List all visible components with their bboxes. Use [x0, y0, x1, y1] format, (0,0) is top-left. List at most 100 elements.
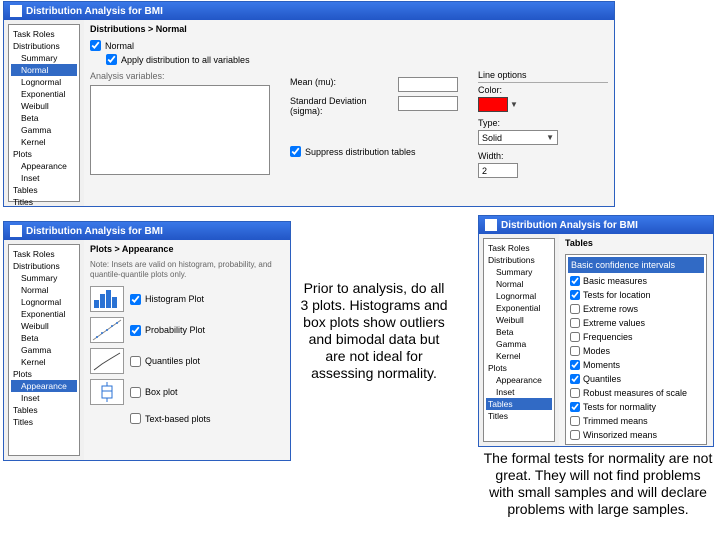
checkbox-quantiles-plot[interactable]: Quantiles plot	[130, 356, 200, 367]
tree-item-titles[interactable]: Titles	[11, 196, 77, 208]
checklist-header[interactable]: Basic confidence intervals	[568, 257, 704, 273]
tables-item-robust-measures-of-scale[interactable]: Robust measures of scale	[568, 386, 704, 400]
tables-item-trimmed-means[interactable]: Trimmed means	[568, 414, 704, 428]
tree-item-weibull[interactable]: Weibull	[486, 314, 552, 326]
tree-item-task-roles[interactable]: Task Roles	[11, 28, 77, 40]
tables-item-basic-measures[interactable]: Basic measures	[568, 274, 704, 288]
tree-item-plots[interactable]: Plots	[11, 148, 77, 160]
tables-item-extreme-rows[interactable]: Extreme rows	[568, 302, 704, 316]
tree-item-distributions[interactable]: Distributions	[486, 254, 552, 266]
tables-item-tests-for-normality[interactable]: Tests for normality	[568, 400, 704, 414]
tree-item-normal[interactable]: Normal	[11, 64, 77, 76]
hist-thumb-icon	[90, 286, 124, 312]
color-swatch[interactable]	[478, 97, 508, 112]
tree-item-gamma[interactable]: Gamma	[11, 344, 77, 356]
tree-item-summary[interactable]: Summary	[486, 266, 552, 278]
title-text: Distribution Analysis for BMI	[26, 226, 163, 237]
plot-row-quantiles-plot: Quantiles plot	[90, 348, 284, 374]
checkbox-apply-all[interactable]: Apply distribution to all variables	[106, 54, 608, 65]
tree-item-beta[interactable]: Beta	[11, 112, 77, 124]
analysis-variables-list[interactable]	[90, 85, 270, 175]
checkbox-suppress-box[interactable]	[290, 146, 301, 157]
titlebar-normal[interactable]: Distribution Analysis for BMI	[4, 2, 614, 20]
tables-item-tests-for-location[interactable]: Tests for location	[568, 288, 704, 302]
color-label: Color:	[478, 85, 608, 95]
tree-item-inset[interactable]: Inset	[11, 172, 77, 184]
tree-item-distributions[interactable]: Distributions	[11, 40, 77, 52]
tables-item-extreme-values[interactable]: Extreme values	[568, 316, 704, 330]
app-icon	[485, 219, 497, 231]
tree-item-distributions[interactable]: Distributions	[11, 260, 77, 272]
checkbox-box-plot[interactable]: Box plot	[130, 387, 178, 398]
tree-item-summary[interactable]: Summary	[11, 52, 77, 64]
tables-checklist[interactable]: Basic confidence intervals Basic measure…	[565, 254, 707, 445]
nav-tree-appearance[interactable]: Task RolesDistributionsSummaryNormalLogn…	[8, 244, 80, 456]
tree-item-normal[interactable]: Normal	[11, 284, 77, 296]
checkbox-apply-all-box[interactable]	[106, 54, 117, 65]
app-icon	[10, 5, 22, 17]
annotation-normality: The formal tests for normality are not g…	[482, 450, 714, 518]
tree-item-titles[interactable]: Titles	[11, 416, 77, 428]
tree-item-task-roles[interactable]: Task Roles	[11, 248, 77, 260]
tree-item-weibull[interactable]: Weibull	[11, 320, 77, 332]
tree-item-appearance[interactable]: Appearance	[11, 160, 77, 172]
window-normal: Distribution Analysis for BMI Task Roles…	[3, 1, 615, 207]
title-text: Distribution Analysis for BMI	[501, 220, 638, 231]
prob-thumb-icon	[90, 317, 124, 343]
tables-item-moments[interactable]: Moments	[568, 358, 704, 372]
tree-item-appearance[interactable]: Appearance	[11, 380, 77, 392]
checkbox-histogram-plot[interactable]: Histogram Plot	[130, 294, 204, 305]
tree-item-kernel[interactable]: Kernel	[486, 350, 552, 362]
tree-item-tables[interactable]: Tables	[486, 398, 552, 410]
tree-item-appearance[interactable]: Appearance	[486, 374, 552, 386]
annotation-plots: Prior to analysis, do all 3 plots. Histo…	[299, 280, 449, 382]
chevron-down-icon[interactable]: ▼	[510, 100, 518, 109]
tree-item-gamma[interactable]: Gamma	[11, 124, 77, 136]
mean-input[interactable]	[398, 77, 458, 92]
tree-item-beta[interactable]: Beta	[11, 332, 77, 344]
tree-item-exponential[interactable]: Exponential	[11, 88, 77, 100]
tree-item-inset[interactable]: Inset	[11, 392, 77, 404]
checkbox-text-based-plots[interactable]: Text-based plots	[130, 413, 211, 424]
checkbox-suppress[interactable]: Suppress distribution tables	[290, 146, 458, 157]
breadcrumb: Distributions > Normal	[90, 24, 608, 34]
nav-tree-normal[interactable]: Task RolesDistributionsSummaryNormalLogn…	[8, 24, 80, 202]
tables-item-frequencies[interactable]: Frequencies	[568, 330, 704, 344]
tree-item-kernel[interactable]: Kernel	[11, 136, 77, 148]
tree-item-inset[interactable]: Inset	[486, 386, 552, 398]
checkbox-normal-box[interactable]	[90, 40, 101, 51]
sd-label: Standard Deviation (sigma):	[290, 96, 390, 116]
tree-item-titles[interactable]: Titles	[486, 410, 552, 422]
tree-item-exponential[interactable]: Exponential	[11, 308, 77, 320]
plot-row-text-based-plots: Text-based plots	[90, 410, 284, 427]
tree-item-tables[interactable]: Tables	[11, 184, 77, 196]
tree-item-normal[interactable]: Normal	[486, 278, 552, 290]
window-appearance: Distribution Analysis for BMI Task Roles…	[3, 221, 291, 461]
checkbox-probability-plot[interactable]: Probability Plot	[130, 325, 205, 336]
tree-item-lognormal[interactable]: Lognormal	[11, 76, 77, 88]
tree-item-tables[interactable]: Tables	[11, 404, 77, 416]
nav-tree-tables[interactable]: Task RolesDistributionsSummaryNormalLogn…	[483, 238, 555, 442]
tree-item-weibull[interactable]: Weibull	[11, 100, 77, 112]
tree-item-kernel[interactable]: Kernel	[11, 356, 77, 368]
tree-item-beta[interactable]: Beta	[486, 326, 552, 338]
titlebar-tables[interactable]: Distribution Analysis for BMI	[479, 216, 713, 234]
tree-item-task-roles[interactable]: Task Roles	[486, 242, 552, 254]
tree-item-lognormal[interactable]: Lognormal	[486, 290, 552, 302]
tables-item-modes[interactable]: Modes	[568, 344, 704, 358]
sd-input[interactable]	[398, 96, 458, 111]
tree-item-exponential[interactable]: Exponential	[486, 302, 552, 314]
width-label: Width:	[478, 151, 608, 161]
type-dropdown[interactable]: Solid ▼	[478, 130, 558, 145]
width-input[interactable]: 2	[478, 163, 518, 178]
tree-item-lognormal[interactable]: Lognormal	[11, 296, 77, 308]
tables-item-winsorized-means[interactable]: Winsorized means	[568, 428, 704, 442]
tables-item-quantiles[interactable]: Quantiles	[568, 372, 704, 386]
box-thumb-icon	[90, 379, 124, 405]
titlebar-appearance[interactable]: Distribution Analysis for BMI	[4, 222, 290, 240]
tree-item-plots[interactable]: Plots	[11, 368, 77, 380]
tree-item-plots[interactable]: Plots	[486, 362, 552, 374]
tree-item-gamma[interactable]: Gamma	[486, 338, 552, 350]
tree-item-summary[interactable]: Summary	[11, 272, 77, 284]
checkbox-normal[interactable]: Normal	[90, 40, 608, 51]
